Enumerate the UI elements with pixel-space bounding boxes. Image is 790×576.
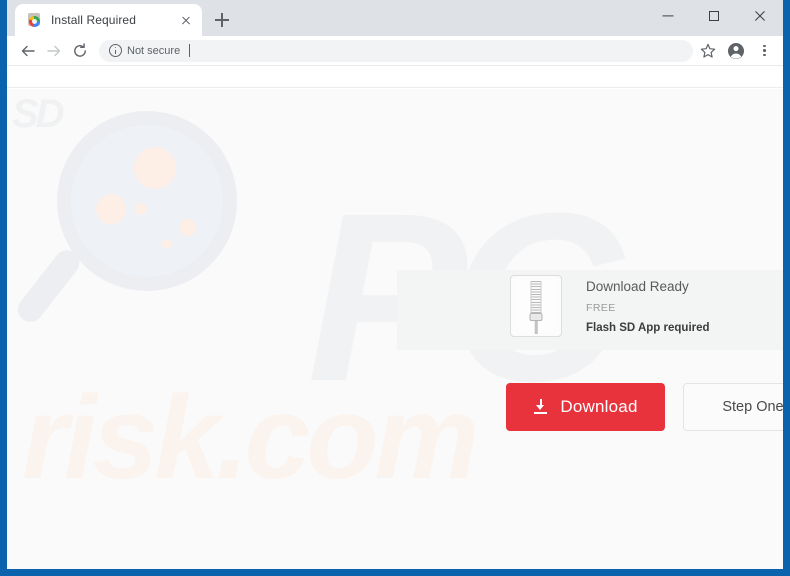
download-info-panel: Download Ready FREE Flash SD App require… — [397, 270, 783, 350]
bookmark-star-icon[interactable] — [695, 38, 721, 64]
download-text-block: Download Ready FREE Flash SD App require… — [586, 275, 710, 334]
page-top-band — [7, 66, 783, 88]
profile-avatar-icon[interactable] — [723, 38, 749, 64]
browser-window-frame: Install Required Not secure SD risk.com … — [0, 0, 790, 576]
download-requirement-note: Flash SD App required — [586, 321, 710, 334]
security-status-chip[interactable]: Not secure — [109, 44, 180, 57]
domain-watermark-text: risk.com — [22, 372, 479, 504]
step-one-button-label: Step One — [722, 399, 783, 415]
back-icon[interactable] — [15, 38, 41, 64]
window-controls — [645, 0, 783, 36]
reload-icon[interactable] — [67, 38, 93, 64]
minimize-icon[interactable] — [645, 0, 691, 32]
maximize-icon[interactable] — [691, 0, 737, 32]
forward-icon — [41, 38, 67, 64]
url-text-caret — [189, 44, 191, 57]
security-status-label: Not secure — [127, 44, 181, 57]
close-icon[interactable] — [178, 12, 194, 28]
download-ready-title: Download Ready — [586, 279, 689, 294]
chrome-browser: Install Required Not secure SD risk.com … — [7, 0, 783, 569]
download-price-label: FREE — [586, 301, 616, 314]
download-arrow-icon — [533, 399, 548, 415]
close-window-icon[interactable] — [737, 0, 783, 32]
download-button-label: Download — [560, 397, 638, 416]
tab-title: Install Required — [51, 13, 136, 27]
zip-file-icon — [510, 275, 562, 337]
info-circle-icon — [109, 44, 122, 57]
action-buttons-row: Download Step One — [506, 383, 783, 431]
address-bar[interactable]: Not secure — [99, 39, 693, 62]
magnifier-watermark-icon — [12, 111, 245, 341]
download-button[interactable]: Download — [506, 383, 665, 431]
page-viewport: SD PC risk.com — [7, 66, 783, 569]
tab-strip: Install Required — [7, 0, 783, 36]
kebab-menu-icon[interactable] — [751, 38, 777, 64]
download-card: Download Ready FREE Flash SD App require… — [510, 275, 710, 337]
page-bottom-band — [7, 535, 783, 569]
step-one-button[interactable]: Step One — [683, 383, 783, 431]
tab-install-required[interactable]: Install Required — [15, 4, 202, 36]
chrome-app-icon — [26, 12, 42, 28]
page-content: SD PC risk.com — [7, 89, 783, 569]
browser-toolbar: Not secure — [7, 36, 783, 66]
new-tab-icon[interactable] — [208, 6, 236, 34]
